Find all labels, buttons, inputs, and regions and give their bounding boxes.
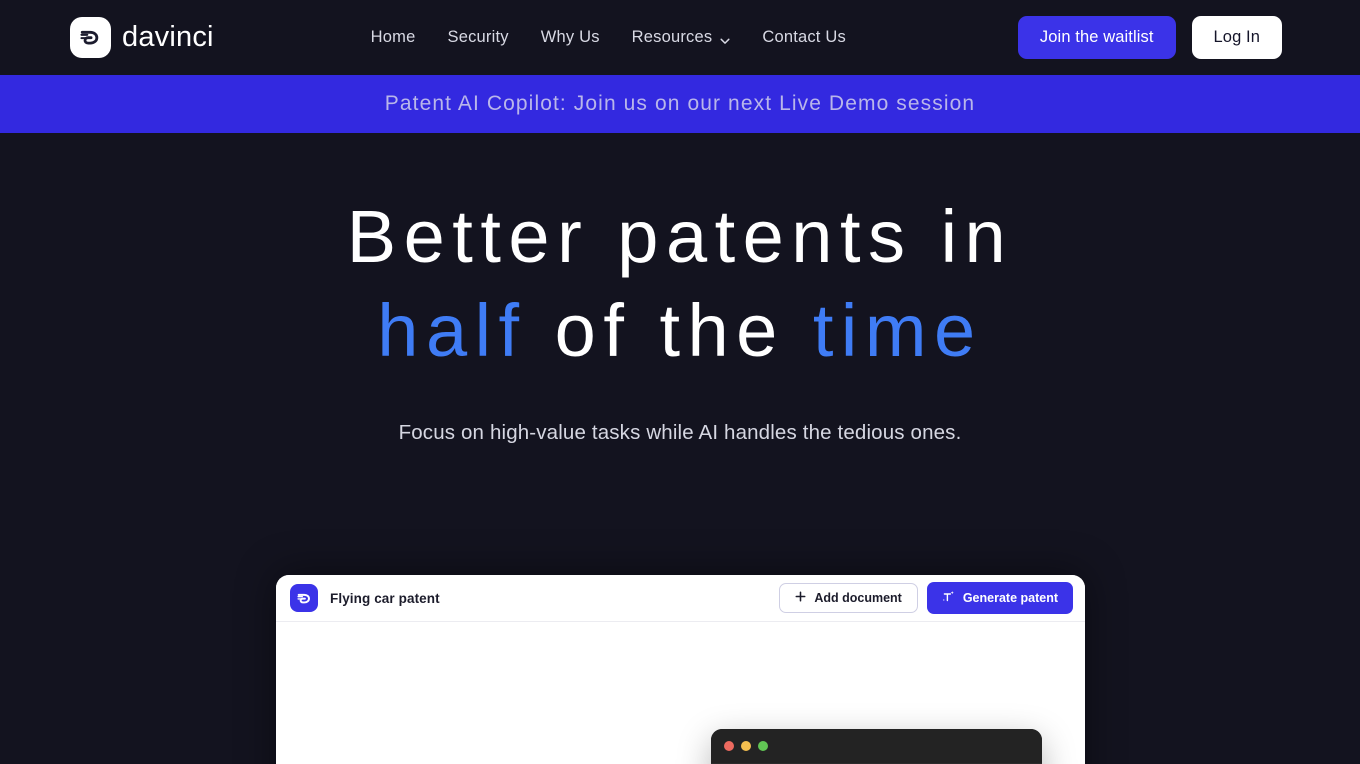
floating-chat-window: Claim 1: [711, 729, 1042, 764]
nav-link-label: Resources: [631, 28, 713, 46]
floating-window-titlebar[interactable]: [711, 729, 1042, 763]
app-preview-card: Flying car patent Add document Generate …: [276, 575, 1085, 764]
nav-link-label: Security: [447, 28, 509, 46]
hero-title-accent-time: time: [812, 288, 983, 372]
brand-name: davinci: [122, 21, 214, 53]
generate-patent-label: Generate patent: [962, 591, 1058, 605]
add-document-button[interactable]: Add document: [779, 583, 918, 613]
hero-title-line-1: Better patents in: [346, 195, 1014, 278]
announcement-banner[interactable]: Patent AI Copilot: Join us on our next L…: [0, 75, 1360, 133]
nav-link-home[interactable]: Home: [371, 28, 416, 47]
davinci-bird-logo-icon: [290, 584, 318, 612]
announcement-banner-text: Patent AI Copilot: Join us on our next L…: [384, 92, 976, 115]
join-waitlist-button[interactable]: Join the waitlist: [1017, 16, 1176, 59]
add-document-label: Add document: [814, 591, 902, 605]
document-title: Flying car patent: [330, 590, 440, 606]
hero-title-accent-half: half: [377, 288, 527, 372]
nav-link-label: Contact Us: [762, 28, 846, 46]
app-preview: Flying car patent Add document Generate …: [276, 575, 1085, 764]
nav-link-label: Why Us: [540, 28, 600, 46]
log-in-button[interactable]: Log In: [1191, 16, 1282, 59]
hero-section: Better patents in half of the time Focus…: [0, 133, 1360, 445]
close-window-icon[interactable]: [724, 741, 734, 751]
minimize-window-icon[interactable]: [741, 741, 751, 751]
chevron-down-icon: [719, 33, 730, 44]
brand-logo-link[interactable]: davinci: [70, 17, 214, 58]
plus-icon: [795, 591, 806, 605]
ai-magic-text-icon: [942, 590, 955, 606]
nav-actions: Join the waitlist Log In: [1017, 16, 1282, 59]
nav-link-label: Home: [370, 28, 416, 46]
app-preview-header: Flying car patent Add document Generate …: [276, 575, 1085, 622]
page-title: Better patents in half of the time: [0, 190, 1360, 378]
nav-link-contact-us[interactable]: Contact Us: [762, 28, 846, 47]
nav-link-security[interactable]: Security: [448, 28, 509, 47]
app-preview-header-actions: Add document Generate patent: [779, 582, 1073, 614]
nav-link-resources[interactable]: Resources: [632, 28, 731, 47]
nav-link-why-us[interactable]: Why Us: [541, 28, 600, 47]
nav-links: Home Security Why Us Resources Contact U…: [371, 28, 846, 47]
hero-title-line-2: half of the time: [0, 284, 1360, 378]
generate-patent-button[interactable]: Generate patent: [926, 582, 1073, 614]
davinci-bird-logo-icon: [70, 17, 111, 58]
hero-subtitle: Focus on high-value tasks while AI handl…: [398, 420, 962, 444]
top-navigation-bar: davinci Home Security Why Us Resources C…: [0, 0, 1360, 75]
maximize-window-icon[interactable]: [758, 741, 768, 751]
hero-title-middle: of the: [526, 288, 813, 372]
app-preview-body: Claim 1: [276, 622, 1085, 764]
